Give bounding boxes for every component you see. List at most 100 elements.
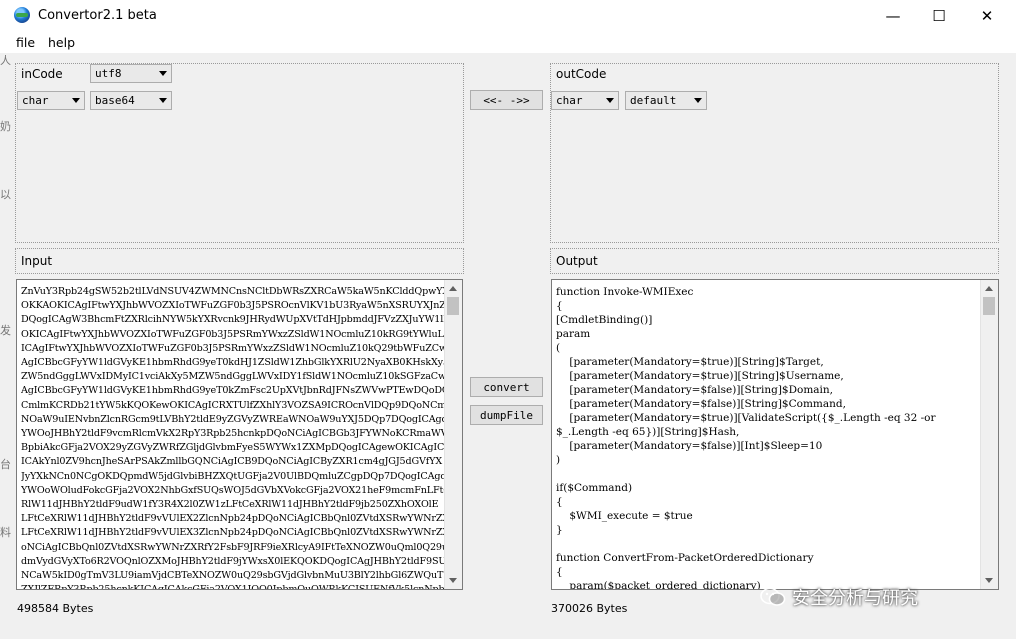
text-line: LFtCeXRlW11dJHBhY2tldF9vVUlEX3ZlcnNpb24p…: [21, 527, 444, 539]
edge-fragment: 奶: [0, 120, 11, 133]
text-line: OKKAOKICAgIFtwYXJhbWVOZXIoTWFuZGF0b3J5PS…: [21, 300, 444, 312]
scroll-down-icon[interactable]: [449, 578, 457, 583]
text-line: oNCiAgICBbQnl0ZVtdXSRwYWNrZXRfY2FsbF9JRF…: [21, 541, 444, 553]
input-type-value: char: [22, 94, 49, 107]
scroll-up-icon[interactable]: [449, 286, 457, 291]
edge-fragment: 台: [0, 458, 11, 471]
text-line: [556, 537, 980, 551]
menu-help[interactable]: help: [48, 35, 75, 50]
watermark-text: 安全分析与研究: [792, 588, 918, 609]
text-line: ICAkYnl0ZV9hcnJheSArPSAkZmllbGQNCiAgICB9…: [21, 456, 443, 468]
text-line: NOaW9uIENvbnZlcnRGcm9tLVBhY2tldE9yZGVyZW…: [21, 413, 444, 425]
incode-select-value: utf8: [95, 67, 122, 80]
text-line: RlW11dJHBhY2tldF9udW1fY3R4X2l0ZW1zLFtCeX…: [21, 499, 439, 511]
text-line: OKICAgIFtwYXJhbWVOZXIoTWFuZGF0b3J5PSRmYW…: [21, 328, 444, 340]
text-line: {: [556, 566, 563, 578]
output-textarea[interactable]: function Invoke-WMIExec { [CmdletBinding()…: [551, 279, 999, 590]
output-settings-group: [550, 63, 999, 243]
text-line: NCaW5kID0gTmV3LU9iamVjdCBTeXNOZW0uQ29sbG…: [21, 570, 444, 582]
text-line: [parameter(Mandatory=$true)][ValidateScr…: [556, 412, 936, 424]
text-line: ZnVuY3Rpb24gSW52b2tlLVdNSUV4ZWMNCnsNCltD…: [21, 286, 444, 297]
output-type-value: char: [556, 94, 583, 107]
scroll-thumb[interactable]: [447, 297, 459, 315]
text-line: [CmdletBinding()]: [556, 314, 653, 326]
wechat-logo-icon: [760, 587, 786, 606]
edge-fragment: 人: [0, 54, 11, 67]
text-line: [parameter(Mandatory=$false)][String]$Do…: [556, 384, 834, 396]
text-line: YWOoWOludFokcGFja2VOX2NhbGxfSUQsWOJ5dGVb…: [21, 484, 444, 496]
text-line: YWOoJHBhY2tldF9vcmRlcmVkX2RpY3Rpb25hcnkp…: [21, 428, 444, 440]
input-scrollbar[interactable]: [444, 280, 462, 589]
text-line: param: [556, 328, 591, 340]
text-line: [parameter(Mandatory=$true)][String]$Tar…: [556, 356, 824, 368]
output-text: function Invoke-WMIExec { [CmdletBinding()…: [556, 285, 980, 589]
text-line: BpbiAkcGFja2VOX29yZGVyZWRfZGljdGlvbmFyeS…: [21, 442, 444, 454]
input-textarea[interactable]: ZnVuY3Rpb24gSW52b2tlLVdNSUV4ZWMNCnsNCltD…: [16, 279, 463, 590]
text-line: {: [556, 300, 563, 312]
output-section-header: [550, 248, 999, 274]
menu-bar: [0, 31, 1016, 53]
text-line: if($Command): [556, 482, 633, 494]
scroll-down-icon[interactable]: [985, 578, 993, 583]
maximize-button[interactable]: ☐: [916, 0, 962, 31]
output-scrollbar[interactable]: [980, 280, 998, 589]
input-byte-count: 498584 Bytes: [17, 602, 94, 615]
text-line: function ConvertFrom-PacketOrderedDictio…: [556, 552, 814, 564]
swap-button[interactable]: <<- ->>: [470, 90, 543, 110]
text-line: [parameter(Mandatory=$false)][Int]$Sleep…: [556, 440, 823, 452]
input-settings-group: [15, 63, 464, 243]
text-line: [parameter(Mandatory=$true)][String]$Use…: [556, 370, 844, 382]
output-encoding-select[interactable]: default: [625, 91, 707, 110]
text-line: JyYXkNCn0NCgOKDQpmdW5jdGlvbiBHZXQtUGFja2…: [21, 470, 444, 482]
text-line: function Invoke-WMIExec: [556, 286, 694, 298]
dump-file-button[interactable]: dumpFile: [470, 405, 543, 425]
chevron-down-icon: [606, 98, 614, 103]
text-line: DQogICAgW3BhcmFtZXRlcihNYW5kYXRvcnk9JHRy…: [21, 314, 444, 326]
input-text: ZnVuY3Rpb24gSW52b2tlLVdNSUV4ZWMNCnsNCltD…: [21, 285, 444, 589]
input-section-header: [15, 248, 464, 274]
edge-fragment: 料: [0, 526, 11, 539]
text-line: $WMI_execute = $true: [556, 510, 693, 522]
window-title: Convertor2.1 beta: [38, 8, 157, 23]
text-line: ZW5ndGggLWVxIDMyIC1vciAkXy5MZW5ndGggLWVx…: [21, 371, 444, 383]
text-line: [parameter(Mandatory=$false)][String]$Co…: [556, 398, 846, 410]
output-encoding-value: default: [630, 94, 677, 107]
input-encoding-value: base64: [95, 94, 135, 107]
text-line: ICAgIFtwYXJhbWVOZXIoTWFuZGF0b3J5PSRmYWxz…: [21, 342, 444, 354]
text-line: AgICBbcGFyYW1ldGVyKE1hbmRhdG9yeT0kZmFsc2…: [21, 385, 444, 397]
text-line: dmVydGVyXTo6R2VOQnlOZXMoJHBhY2tldF9jYWxs…: [21, 555, 444, 567]
incode-label: inCode: [21, 67, 63, 81]
chevron-down-icon: [694, 98, 702, 103]
minimize-button[interactable]: —: [870, 0, 916, 31]
text-line: {: [556, 496, 563, 508]
output-section-label: Output: [556, 254, 598, 268]
output-type-select[interactable]: char: [551, 91, 619, 110]
text-line: ZXJlZERpY3Rpb25hcnkKICAgICAkcGFja2VOX1JQ…: [21, 583, 444, 589]
edge-fragment: 发: [0, 324, 11, 337]
incode-select[interactable]: utf8: [90, 64, 172, 83]
text-line: $_.Length -eq 65})][String]$Hash,: [556, 426, 740, 438]
text-line: AgICBbcGFyYW1ldGVyKE1hbmRhdG9yeT0kdHJ1ZS…: [21, 357, 444, 369]
text-line: [556, 467, 980, 481]
convert-button[interactable]: convert: [470, 377, 543, 397]
text-line: (: [556, 342, 561, 354]
text-line: CmlmKCRDb21tYW5kKQOKewOKICAgICRXTUlfZXhl…: [21, 399, 444, 411]
close-button[interactable]: ✕: [964, 0, 1010, 31]
output-byte-count: 370026 Bytes: [551, 602, 628, 615]
edge-fragment: 以: [0, 188, 11, 201]
chevron-down-icon: [159, 98, 167, 103]
text-line: }: [556, 524, 563, 536]
outcode-label: outCode: [556, 67, 607, 81]
chevron-down-icon: [159, 71, 167, 76]
scroll-up-icon[interactable]: [985, 286, 993, 291]
chevron-down-icon: [72, 98, 80, 103]
input-section-label: Input: [21, 254, 53, 268]
scroll-thumb[interactable]: [983, 297, 995, 315]
input-encoding-select[interactable]: base64: [90, 91, 172, 110]
text-line: LFtCeXRlW11dJHBhY2tldF9vVUlEX2ZlcnNpb24p…: [21, 513, 444, 525]
menu-file[interactable]: file: [16, 35, 35, 50]
input-type-select[interactable]: char: [17, 91, 85, 110]
text-line: ): [556, 454, 561, 466]
watermark: 安全分析与研究: [760, 584, 918, 610]
app-globe-icon: [14, 7, 30, 23]
